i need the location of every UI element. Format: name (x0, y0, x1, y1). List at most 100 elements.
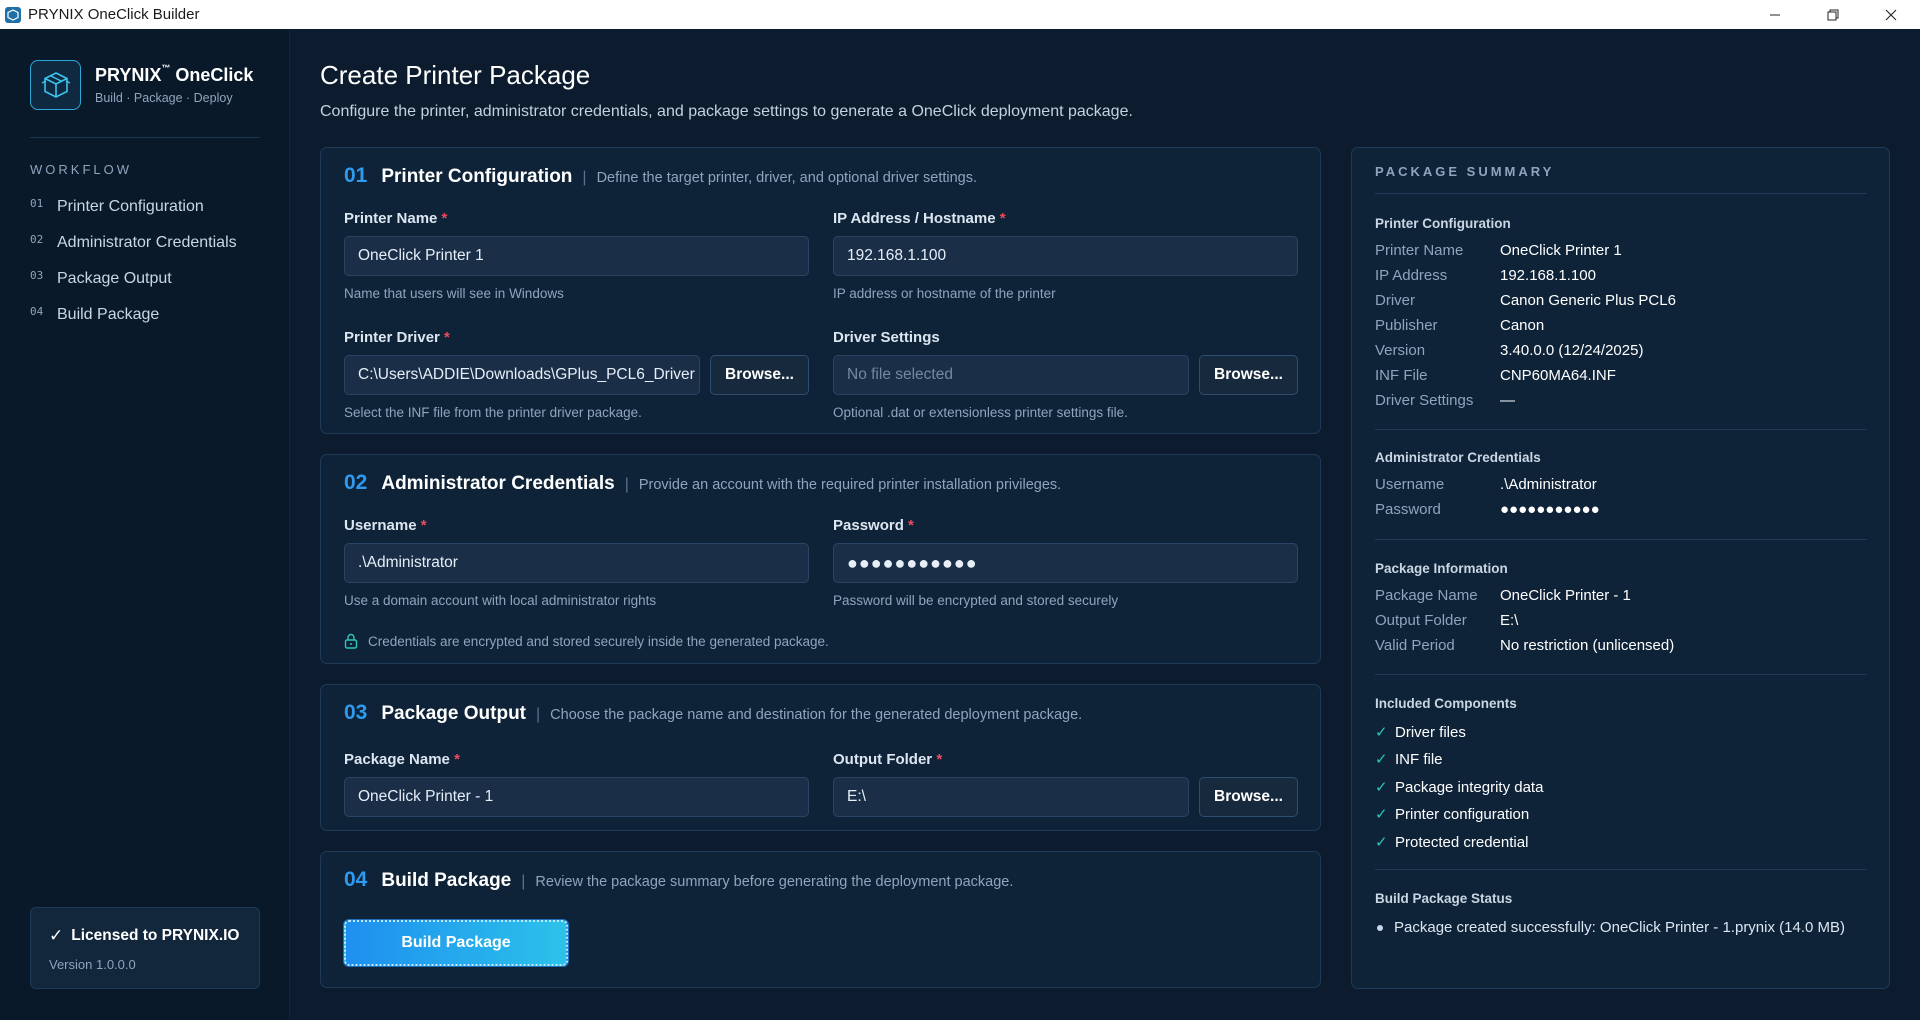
printer-name-hint: Name that users will see in Windows (344, 286, 564, 301)
nav-label: Build Package (57, 306, 160, 323)
required-mark: * (999, 210, 1006, 227)
build-package-button[interactable]: Build Package (344, 920, 568, 966)
lock-icon (344, 633, 358, 649)
trademark-mark: ™ (161, 63, 171, 73)
settings-browse-button[interactable]: Browse... (1199, 355, 1298, 395)
output-folder-input[interactable]: E:\ (833, 777, 1189, 817)
component-item: ✓ Printer configuration (1375, 805, 1529, 824)
printer-name-input[interactable]: OneClick Printer 1 (344, 236, 809, 276)
nav-step-number: 04 (30, 304, 44, 318)
printer-configuration-card: 01 Printer Configuration | Define the ta… (320, 147, 1321, 434)
package-logo-icon (30, 60, 81, 110)
summary-value: 3.40.0.0 (12/24/2025) (1500, 342, 1644, 359)
encryption-note-text: Credentials are encrypted and stored sec… (368, 633, 829, 649)
summary-value: .\Administrator (1500, 476, 1597, 493)
card-header: 04 Build Package | Review the package su… (344, 868, 1013, 892)
required-mark: * (441, 210, 448, 227)
summary-key: INF File (1375, 367, 1428, 384)
sidebar-item-administrator-credentials[interactable]: 02 Administrator Credentials (30, 225, 237, 261)
required-mark: * (454, 751, 460, 768)
summary-section-credentials: Administrator Credentials (1375, 450, 1541, 465)
card-header: 03 Package Output | Choose the package n… (344, 701, 1082, 725)
card-header: 01 Printer Configuration | Define the ta… (344, 164, 977, 188)
check-icon: ✓ (1375, 806, 1388, 823)
section-title: Administrator Credentials (381, 473, 615, 494)
section-title: Printer Configuration (381, 166, 573, 187)
brand-text: PRYNIX™ OneClick Build · Package · Deplo… (95, 63, 253, 105)
nav-label: Administrator Credentials (57, 234, 237, 251)
ip-address-input[interactable]: 192.168.1.100 (833, 236, 1298, 276)
header-separator: | (582, 169, 587, 186)
header-separator: | (521, 873, 526, 890)
header-separator: | (624, 476, 629, 493)
driver-settings-label: Driver Settings (833, 329, 940, 346)
password-input[interactable]: ●●●●●●●●●●● (833, 543, 1298, 583)
component-label: Protected credential (1395, 833, 1529, 851)
component-item: ✓ Driver files (1375, 723, 1466, 742)
sidebar-item-package-output[interactable]: 03 Package Output (30, 261, 237, 297)
ip-address-hint: IP address or hostname of the printer (833, 286, 1056, 301)
nav-step-number: 03 (30, 268, 44, 282)
summary-value: 192.168.1.100 (1500, 267, 1596, 284)
output-browse-button[interactable]: Browse... (1199, 777, 1298, 817)
summary-row: Driver Canon Generic Plus PCL6 (1375, 292, 1676, 309)
summary-row: Valid Period No restriction (unlicensed) (1375, 637, 1674, 654)
restore-button[interactable] (1804, 0, 1862, 29)
component-label: Driver files (1395, 723, 1466, 741)
license-text: Licensed to PRYNIX.IO (71, 927, 240, 944)
administrator-credentials-card: 02 Administrator Credentials | Provide a… (320, 454, 1321, 664)
section-description: Define the target printer, driver, and o… (596, 170, 978, 186)
component-item: ✓ INF file (1375, 750, 1443, 769)
summary-row: INF File CNP60MA64.INF (1375, 367, 1616, 384)
close-button[interactable] (1862, 0, 1920, 29)
username-input[interactable]: .\Administrator (344, 543, 809, 583)
nav-label: Printer Configuration (57, 198, 204, 215)
driver-browse-button[interactable]: Browse... (710, 355, 809, 395)
section-title: Package Output (381, 703, 527, 724)
required-mark: * (444, 329, 450, 346)
license-box: ✓ Licensed to PRYNIX.IO Version 1.0.0.0 (30, 907, 260, 989)
summary-value: — (1500, 392, 1515, 409)
printer-driver-hint: Select the INF file from the printer dri… (344, 405, 642, 420)
label-text: Password (833, 517, 904, 534)
sidebar-item-build-package[interactable]: 04 Build Package (30, 297, 237, 333)
sidebar: PRYNIX™ OneClick Build · Package · Deplo… (0, 29, 290, 1020)
sidebar-item-printer-configuration[interactable]: 01 Printer Configuration (30, 189, 237, 225)
username-hint: Use a domain account with local administ… (344, 593, 657, 608)
build-status: Package created successfully: OneClick P… (1375, 919, 1845, 936)
printer-driver-input[interactable]: C:\Users\ADDIE\Downloads\GPlus_PCL6_Driv… (344, 355, 700, 395)
summary-key: Password (1375, 501, 1441, 518)
section-title: Build Package (381, 870, 512, 891)
package-name-label: Package Name * (344, 751, 460, 768)
check-icon: ✓ (49, 926, 64, 945)
page-title: Create Printer Package (320, 60, 591, 90)
section-number: 02 (344, 471, 368, 494)
summary-row: Output Folder E:\ (1375, 612, 1518, 629)
summary-section-printer: Printer Configuration (1375, 216, 1511, 231)
summary-key: Driver (1375, 292, 1415, 309)
summary-divider (1375, 539, 1867, 540)
brand-name: PRYNIX™ OneClick (95, 63, 253, 86)
section-number: 04 (344, 868, 368, 891)
driver-settings-input[interactable]: No file selected (833, 355, 1189, 395)
license-line: ✓ Licensed to PRYNIX.IO (49, 926, 241, 946)
required-mark: * (936, 751, 943, 768)
check-icon: ✓ (1375, 751, 1388, 768)
summary-title: PACKAGE SUMMARY (1375, 164, 1555, 179)
window-controls (1746, 0, 1920, 29)
build-status-text: Package created successfully: OneClick P… (1394, 919, 1846, 936)
summary-divider (1375, 429, 1867, 430)
summary-value: No restriction (unlicensed) (1500, 637, 1675, 654)
brand-tagline: Build · Package · Deploy (95, 91, 233, 105)
username-label: Username * (344, 517, 427, 534)
summary-value: E:\ (1500, 612, 1519, 629)
page-subtitle: Configure the printer, administrator cre… (320, 103, 1133, 120)
component-label: INF file (1395, 750, 1443, 768)
summary-row: Password ●●●●●●●●●●● (1375, 501, 1600, 518)
summary-key: Version (1375, 342, 1426, 359)
section-description: Provide an account with the required pri… (638, 477, 1062, 493)
summary-row: IP Address 192.168.1.100 (1375, 267, 1596, 284)
close-icon (1885, 9, 1897, 20)
minimize-button[interactable] (1746, 0, 1804, 29)
package-name-input[interactable]: OneClick Printer - 1 (344, 777, 809, 817)
